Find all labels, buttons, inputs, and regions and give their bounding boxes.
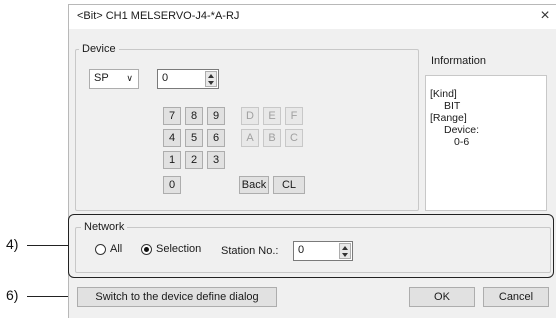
info-kind-heading: [Kind]	[430, 88, 457, 100]
key-e[interactable]: E	[263, 107, 281, 125]
key-0[interactable]: 0	[163, 176, 181, 194]
network-highlight-frame	[68, 214, 554, 278]
device-number-spinner[interactable]	[205, 71, 217, 87]
spin-down-icon[interactable]	[208, 81, 214, 85]
key-3[interactable]: 3	[207, 151, 225, 169]
key-1[interactable]: 1	[163, 151, 181, 169]
callout-network-line	[27, 245, 70, 246]
key-f[interactable]: F	[285, 107, 303, 125]
key-6[interactable]: 6	[207, 129, 225, 147]
spin-up-icon[interactable]	[208, 74, 214, 78]
title-bar: <Bit> CH1 MELSERVO-J4-*A-RJ ×	[69, 5, 556, 29]
info-range-device: Device:	[444, 124, 480, 136]
callout-switch-label: 6)	[6, 287, 19, 303]
key-7[interactable]: 7	[163, 107, 181, 125]
device-type-select[interactable]: SP ∨	[89, 69, 139, 89]
info-range-value: 0-6	[454, 136, 470, 148]
dialog-title: <Bit> CH1 MELSERVO-J4-*A-RJ	[77, 10, 240, 22]
close-icon[interactable]: ×	[535, 6, 555, 26]
key-b[interactable]: B	[263, 129, 281, 147]
key-a[interactable]: A	[241, 129, 259, 147]
key-8[interactable]: 8	[185, 107, 203, 125]
key-2[interactable]: 2	[185, 151, 203, 169]
key-5[interactable]: 5	[185, 129, 203, 147]
device-group-label: Device	[79, 43, 119, 55]
cancel-button[interactable]: Cancel	[483, 287, 549, 307]
clear-button[interactable]: CL	[273, 176, 305, 194]
device-type-value: SP	[94, 72, 109, 84]
ok-button[interactable]: OK	[409, 287, 475, 307]
key-4[interactable]: 4	[163, 129, 181, 147]
switch-device-define-button[interactable]: Switch to the device define dialog	[77, 287, 277, 307]
key-c[interactable]: C	[285, 129, 303, 147]
device-number-value: 0	[162, 72, 169, 84]
info-range-heading: [Range]	[430, 112, 467, 124]
information-label: Information	[431, 55, 487, 67]
information-box: [Kind] BIT [Range] Device: 0-6	[425, 75, 547, 211]
callout-network-label: 4)	[6, 236, 19, 252]
chevron-down-icon: ∨	[126, 73, 133, 83]
back-button[interactable]: Back	[239, 176, 269, 194]
key-d[interactable]: D	[241, 107, 259, 125]
info-kind-value: BIT	[444, 100, 461, 112]
key-9[interactable]: 9	[207, 107, 225, 125]
